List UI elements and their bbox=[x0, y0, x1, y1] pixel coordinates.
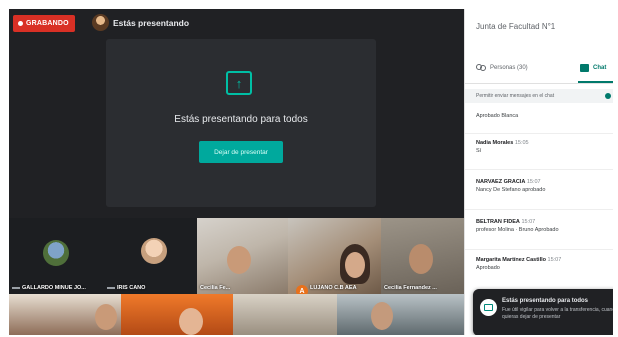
chat-message: BELTRAN FIDEA 15:07 profesor Molina · Br… bbox=[476, 219, 608, 235]
participant-face bbox=[371, 302, 393, 330]
recording-badge: GRABANDO bbox=[13, 15, 75, 32]
participant-name: LUJANO C.B AEA bbox=[310, 285, 357, 291]
meeting-title: Junta de Facultad N°1 bbox=[476, 22, 556, 31]
participant-name: Cecilia Fernandez ... bbox=[384, 285, 437, 291]
recording-label: GRABANDO bbox=[26, 20, 69, 27]
present-screen-icon bbox=[480, 299, 497, 316]
tab-chat-label: Chat bbox=[593, 65, 607, 71]
chat-message: Margarita Martínez Castillo 15:07 Aproba… bbox=[476, 257, 608, 273]
chat-message: Aprobado Blanca bbox=[476, 113, 608, 121]
participant-face bbox=[409, 244, 433, 274]
divider bbox=[465, 249, 613, 250]
message-text: profesor Molina · Bruno Aprobado bbox=[476, 226, 559, 233]
participant-name: Cecilia Fe... bbox=[200, 285, 231, 291]
divider bbox=[465, 169, 613, 170]
meet-window: GRABANDO Estás presentando ↑ Estás prese… bbox=[9, 9, 613, 335]
participant-video[interactable] bbox=[233, 294, 337, 335]
message-sender: BELTRAN FIDEA bbox=[476, 219, 520, 225]
mic-off-icon bbox=[12, 287, 20, 289]
presenting-title: Estás presentando bbox=[113, 18, 190, 28]
divider bbox=[465, 83, 613, 84]
message-sender: Margarita Martínez Castillo bbox=[476, 257, 546, 263]
tab-chat[interactable]: Chat bbox=[580, 55, 606, 81]
divider bbox=[465, 133, 613, 134]
toast-body: Fue útil vigilar para volver a la transf… bbox=[502, 307, 613, 320]
chat-permission-notice: Permitir enviar mensajes en el chat bbox=[465, 89, 613, 103]
chat-message: NARVAEZ GRACIA 15:07 Nancy De Stefano ap… bbox=[476, 179, 608, 195]
avatar bbox=[43, 240, 69, 266]
mic-off-icon bbox=[107, 287, 115, 289]
tab-people-label: Personas (30) bbox=[490, 65, 528, 71]
message-text: Aprobado Blanca bbox=[476, 113, 519, 119]
stop-presenting-button[interactable]: Dejar de presentar bbox=[199, 141, 283, 163]
participant-face bbox=[227, 246, 251, 274]
message-time: 15:07 bbox=[526, 179, 541, 185]
recording-dot-icon bbox=[18, 21, 23, 26]
message-text: Aprobado bbox=[476, 264, 500, 271]
message-sender: NARVAEZ GRACIA bbox=[476, 179, 526, 185]
message-time: 15:07 bbox=[521, 219, 536, 225]
screen-share-panel: ↑ Estás presentando para todos Dejar de … bbox=[106, 39, 376, 207]
message-text: Nancy De Stefano aprobado bbox=[476, 186, 546, 193]
participant-face bbox=[179, 308, 203, 335]
presenter-avatar[interactable] bbox=[92, 14, 109, 31]
message-sender: Nadia Morales bbox=[476, 140, 514, 146]
avatar bbox=[141, 238, 167, 264]
presenting-message: Estás presentando para todos bbox=[174, 114, 308, 125]
chat-message: Nadia Morales 15:05 Sí bbox=[476, 140, 608, 156]
message-time: 15:05 bbox=[514, 140, 529, 146]
present-screen-icon: ↑ bbox=[226, 71, 252, 95]
divider bbox=[465, 209, 613, 210]
participant-name: GALLARDO MINUE JO... bbox=[12, 285, 86, 291]
presenting-toast[interactable]: Estás presentando para todos Fue útil vi… bbox=[473, 289, 613, 335]
message-time: 15:07 bbox=[547, 257, 562, 263]
participant-video[interactable]: Cecilia Fernandez ... bbox=[381, 218, 464, 294]
participant-tile[interactable]: GALLARDO MINUE JO... bbox=[9, 218, 104, 294]
message-text: Sí bbox=[476, 147, 482, 154]
chat-side-panel: Junta de Facultad N°1 Personas (30) Chat… bbox=[464, 9, 613, 335]
participant-video[interactable] bbox=[9, 294, 121, 335]
participant-name: IRIS CANO bbox=[107, 285, 145, 291]
tab-people[interactable]: Personas (30) bbox=[476, 55, 528, 81]
toggle-switch[interactable] bbox=[605, 93, 611, 99]
meeting-stage: GRABANDO Estás presentando ↑ Estás prese… bbox=[9, 9, 464, 335]
participant-video[interactable] bbox=[337, 294, 464, 335]
participant-video[interactable]: LUJANO C.B AEA bbox=[288, 218, 381, 294]
people-icon bbox=[476, 64, 486, 72]
participant-tile[interactable]: IRIS CANO bbox=[104, 218, 197, 294]
chat-icon bbox=[580, 64, 589, 72]
toast-title: Estás presentando para todos bbox=[502, 298, 589, 304]
participant-video[interactable] bbox=[121, 294, 233, 335]
participant-face bbox=[345, 252, 365, 278]
participant-video[interactable]: Cecilia Fe... bbox=[197, 218, 288, 294]
participant-face bbox=[95, 304, 117, 330]
